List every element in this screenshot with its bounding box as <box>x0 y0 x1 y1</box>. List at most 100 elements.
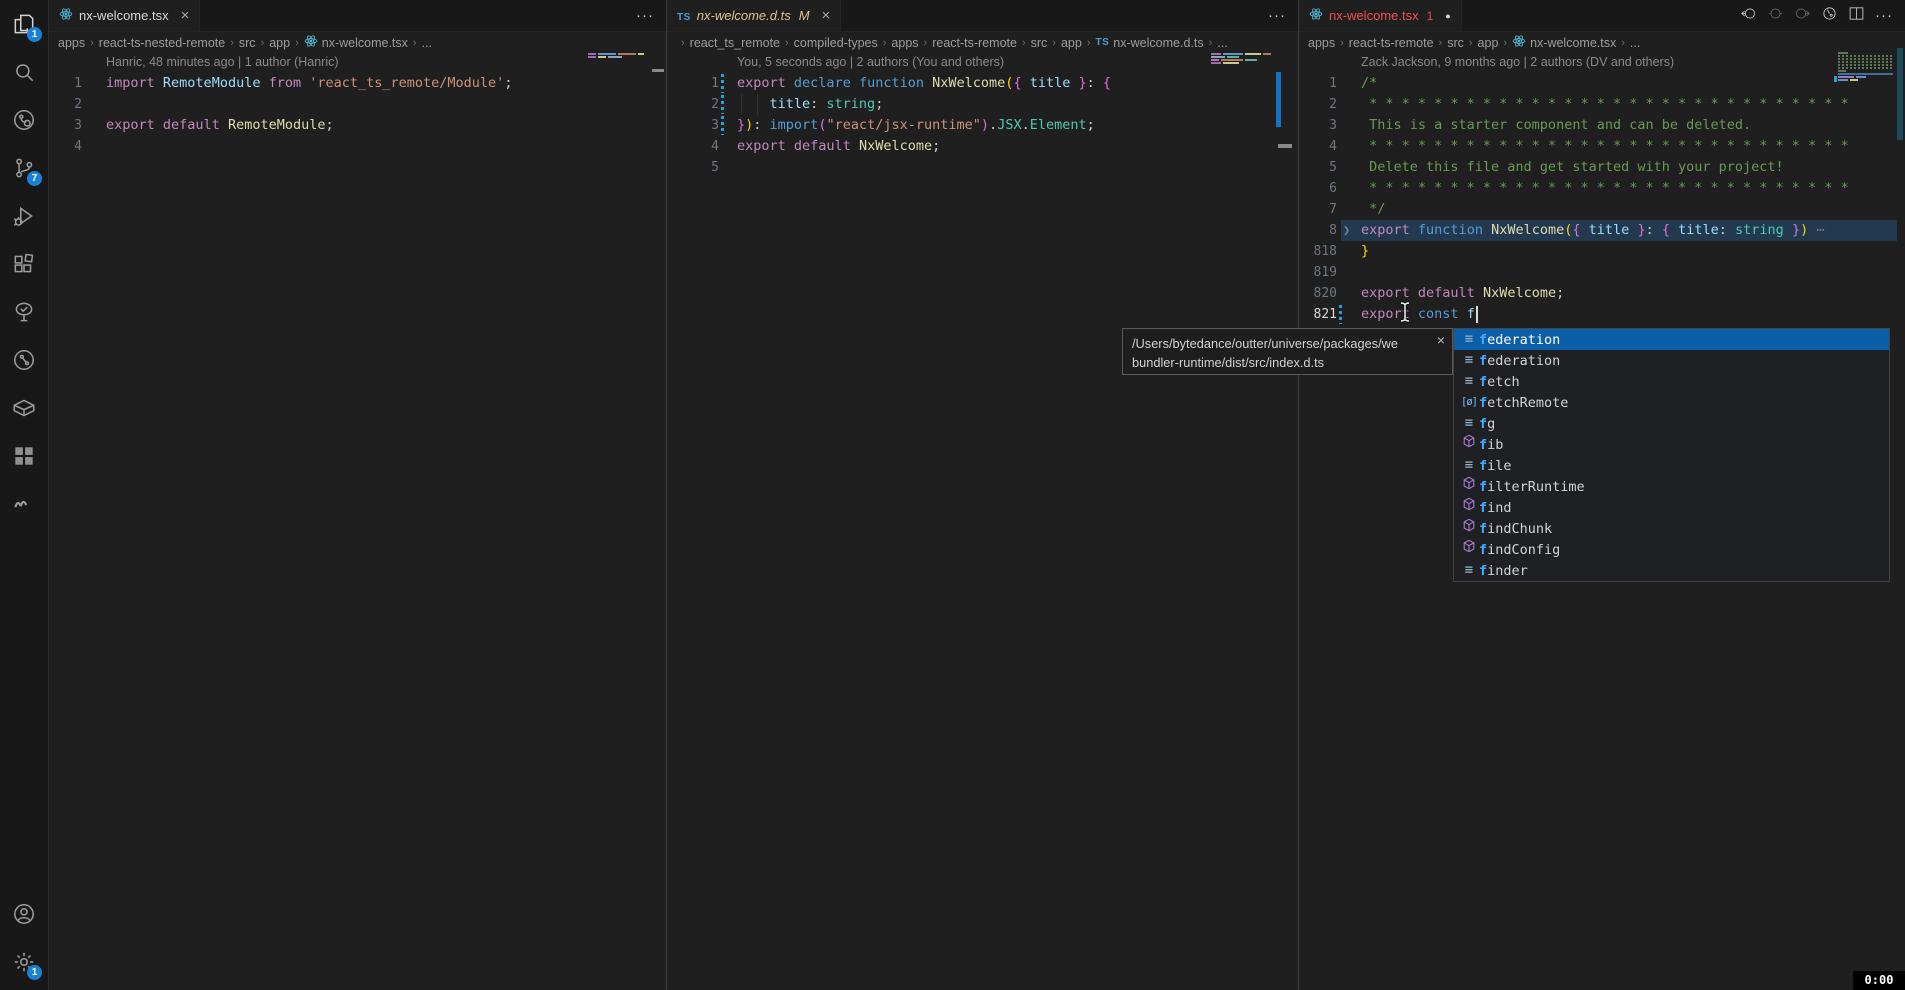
suggest-label: findConfig <box>1479 542 1560 558</box>
breadcrumb-item[interactable]: apps <box>1308 36 1335 50</box>
breadcrumb-item[interactable]: ... <box>422 36 432 50</box>
nav-back-icon[interactable] <box>1740 5 1757 27</box>
more-actions-icon[interactable]: ··· <box>1268 7 1286 25</box>
minimap-line <box>1838 79 1848 81</box>
code-area[interactable]: Hanric, 48 minutes ago | 1 author (Hanri… <box>49 52 666 157</box>
suggest-item-file[interactable]: ≡file <box>1454 455 1889 476</box>
more-actions-icon[interactable]: ··· <box>1875 7 1893 25</box>
line-number: 4 <box>1299 136 1337 157</box>
breadcrumb-item[interactable]: src <box>239 36 256 50</box>
split-editor-icon[interactable] <box>1848 5 1865 27</box>
breadcrumb-item[interactable]: nx-welcome.tsx <box>304 34 408 51</box>
search-icon[interactable] <box>0 48 48 96</box>
code-line[interactable]: 3}): import("react/jsx-runtime").JSX.Ele… <box>667 115 1298 136</box>
circle-icon[interactable] <box>1767 5 1784 27</box>
breadcrumb-item[interactable]: app <box>1478 36 1499 50</box>
code-line[interactable]: 821export const f <box>1299 304 1905 325</box>
code-line[interactable]: 5 Delete this file and get started with … <box>1299 157 1905 178</box>
editor-group-divider[interactable] <box>666 0 667 990</box>
tree-icon[interactable] <box>0 288 48 336</box>
tab-nx-welcome.tsx[interactable]: nx-welcome.tsx× <box>49 0 200 31</box>
suggest-item-findConfig[interactable]: findConfig <box>1454 539 1889 560</box>
close-icon[interactable]: × <box>822 7 831 24</box>
code-line[interactable]: 3 This is a starter component and can be… <box>1299 115 1905 136</box>
code-area[interactable]: You, 5 seconds ago | 2 authors (You and … <box>667 52 1298 178</box>
code-line[interactable]: 2 * * * * * * * * * * * * * * * * * * * … <box>1299 94 1905 115</box>
line-number: 818 <box>1299 241 1337 262</box>
code-line[interactable]: 1export declare function NxWelcome({ tit… <box>667 73 1298 94</box>
close-icon[interactable]: × <box>1437 332 1445 348</box>
breadcrumb-item[interactable]: ... <box>1630 36 1640 50</box>
breadcrumb-item[interactable]: TSnx-welcome.d.ts <box>1096 36 1204 50</box>
explorer-icon[interactable]: 1 <box>0 0 48 48</box>
suggest-item-find[interactable]: find <box>1454 497 1889 518</box>
breadcrumb-item[interactable]: react_ts_remote <box>690 36 780 50</box>
code-line[interactable]: 3export default RemoteModule; <box>49 115 666 136</box>
breadcrumb-item[interactable]: ... <box>1217 36 1227 50</box>
breadcrumb-item[interactable]: app <box>1061 36 1082 50</box>
suggest-item-federation[interactable]: ≡federation <box>1454 329 1889 350</box>
waves-icon[interactable] <box>0 480 48 528</box>
breadcrumb-item[interactable]: src <box>1447 36 1464 50</box>
extensions-icon[interactable] <box>0 240 48 288</box>
code-line[interactable]: 4 * * * * * * * * * * * * * * * * * * * … <box>1299 136 1905 157</box>
breadcrumb-item[interactable]: apps <box>891 36 918 50</box>
code-line[interactable]: 6 * * * * * * * * * * * * * * * * * * * … <box>1299 178 1905 199</box>
breadcrumb-label: apps <box>1308 36 1335 50</box>
git-graph-circle-icon[interactable] <box>0 96 48 144</box>
settings-icon[interactable]: 1 <box>0 938 48 986</box>
code-line[interactable]: 8❯export function NxWelcome({ title }: {… <box>1299 220 1905 241</box>
account-icon[interactable] <box>0 890 48 938</box>
run-circle-icon[interactable] <box>1821 5 1838 27</box>
nav-forward-icon[interactable] <box>1794 5 1811 27</box>
minimap-line <box>1838 58 1892 60</box>
editor-group-left: nx-welcome.tsx×···apps›react-ts-nested-r… <box>49 0 666 990</box>
code-line[interactable]: 4export default NxWelcome; <box>667 136 1298 157</box>
suggest-item-finder[interactable]: ≡finder <box>1454 560 1889 581</box>
code-line[interactable]: 1/* <box>1299 73 1905 94</box>
breadcrumb-item[interactable]: react-ts-remote <box>1349 36 1434 50</box>
code-line[interactable]: 2 <box>49 94 666 115</box>
suggest-item-federation[interactable]: ≡federation <box>1454 350 1889 371</box>
symbol-method-icon <box>1459 497 1479 518</box>
suggest-item-findChunk[interactable]: findChunk <box>1454 518 1889 539</box>
code-line[interactable]: 4 <box>49 136 666 157</box>
code-line[interactable]: 1import RemoteModule from 'react_ts_remo… <box>49 73 666 94</box>
run-debug-icon[interactable] <box>0 192 48 240</box>
breadcrumb-item[interactable]: apps <box>58 36 85 50</box>
code-line[interactable]: 5 <box>667 157 1298 178</box>
code-line[interactable]: 820export default NxWelcome; <box>1299 283 1905 304</box>
symbol-event-icon: [ø] <box>1459 392 1479 413</box>
box-icon[interactable] <box>0 384 48 432</box>
grid-icon[interactable] <box>0 432 48 480</box>
breadcrumb-item[interactable]: compiled-types <box>794 36 878 50</box>
editor-group-divider[interactable] <box>1298 0 1299 990</box>
suggest-item-filterRuntime[interactable]: filterRuntime <box>1454 476 1889 497</box>
code-area[interactable]: Zack Jackson, 9 months ago | 2 authors (… <box>1299 52 1905 325</box>
code-line[interactable]: 818} <box>1299 241 1905 262</box>
code-line[interactable]: 2 title: string; <box>667 94 1298 115</box>
code-line[interactable]: 819 <box>1299 262 1905 283</box>
breadcrumb-item[interactable]: nx-welcome.tsx <box>1512 34 1616 51</box>
breadcrumb-item[interactable]: react-ts-remote <box>932 36 1017 50</box>
tab-nx-welcome.d.ts[interactable]: TSnx-welcome.d.tsM× <box>667 0 841 31</box>
close-icon[interactable]: × <box>181 7 190 24</box>
source-control-icon[interactable]: 7 <box>0 144 48 192</box>
breadcrumb-item[interactable]: react-ts-nested-remote <box>99 36 225 50</box>
suggest-item-fib[interactable]: fib <box>1454 434 1889 455</box>
breadcrumb-item[interactable]: src <box>1031 36 1048 50</box>
dirty-indicator-icon[interactable]: ● <box>1445 11 1450 21</box>
history-circle-icon[interactable] <box>0 336 48 384</box>
suggest-item-fg[interactable]: ≡fg <box>1454 413 1889 434</box>
suggest-item-fetch[interactable]: ≡fetch <box>1454 371 1889 392</box>
symbol-method-icon <box>1459 434 1479 455</box>
suggest-label: find <box>1479 500 1512 516</box>
file-type-icon: TS <box>677 8 691 23</box>
suggest-item-fetchRemote[interactable]: [ø]fetchRemote <box>1454 392 1889 413</box>
code-line[interactable]: 7 */ <box>1299 199 1905 220</box>
breadcrumb-item[interactable]: app <box>269 36 290 50</box>
tab-nx-welcome.tsx[interactable]: nx-welcome.tsx1● <box>1299 0 1462 31</box>
overview-ruler-marker <box>1278 144 1292 148</box>
chevron-right-icon: › <box>1052 37 1056 49</box>
more-actions-icon[interactable]: ··· <box>636 7 654 25</box>
